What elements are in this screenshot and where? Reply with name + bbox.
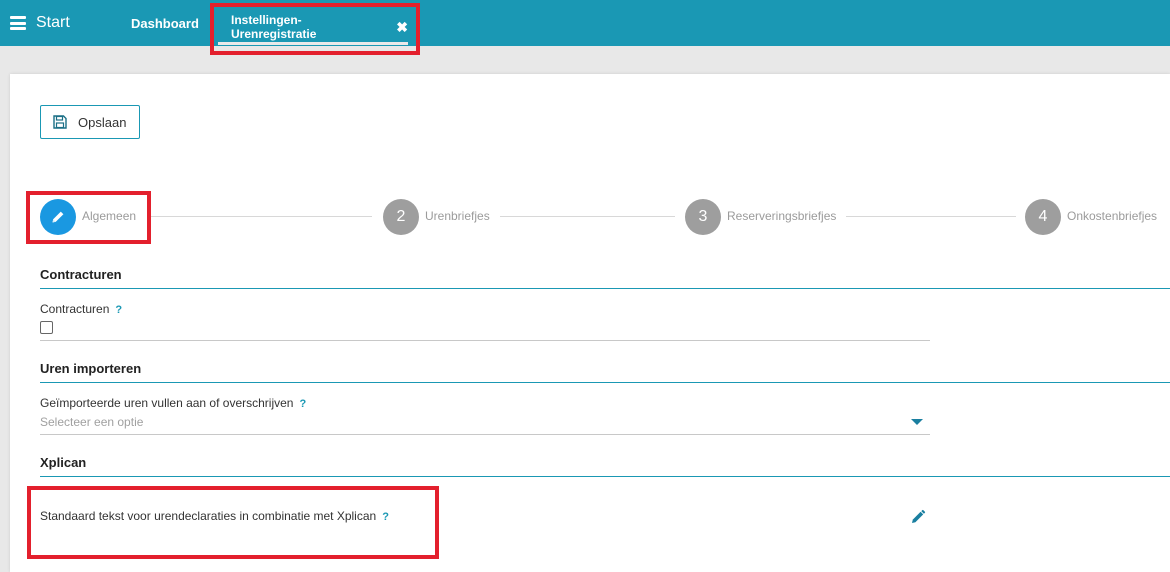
step-1-label[interactable]: Algemeen (82, 209, 136, 223)
step-4-label[interactable]: Onkostenbriefjes (1067, 209, 1157, 223)
top-bar: Start Dashboard Instellingen-Urenregistr… (0, 0, 1170, 46)
stepper-connector (150, 216, 372, 217)
contracturen-field-label: Contracturen? (40, 302, 122, 316)
pencil-icon[interactable] (910, 509, 926, 525)
stepper-connector (846, 216, 1016, 217)
tab-instellingen-urenregistratie[interactable]: Instellingen-Urenregistratie ✖ (218, 12, 408, 45)
step-2-label[interactable]: Urenbriefjes (425, 209, 490, 223)
pencil-icon (52, 211, 64, 223)
step-4-circle[interactable]: 4 (1025, 199, 1061, 235)
field-underline (40, 340, 930, 341)
field-underline (40, 434, 930, 435)
save-button[interactable]: Opslaan (40, 105, 140, 139)
contracturen-checkbox[interactable] (40, 321, 53, 334)
xplican-label-text: Standaard tekst voor urendeclaraties in … (40, 509, 377, 523)
section-divider (40, 288, 1170, 289)
caret-down-icon[interactable] (911, 419, 923, 425)
settings-panel (10, 74, 1170, 572)
close-icon[interactable]: ✖ (396, 20, 408, 34)
step-3-circle[interactable]: 3 (685, 199, 721, 235)
help-icon[interactable]: ? (382, 511, 389, 523)
import-select[interactable]: Selecteer een optie (40, 415, 143, 429)
help-icon[interactable]: ? (115, 304, 122, 316)
hamburger-icon (10, 16, 26, 30)
start-menu-button[interactable]: Start (10, 13, 70, 33)
step-2-circle[interactable]: 2 (383, 199, 419, 235)
tab-label: Instellingen-Urenregistratie (231, 13, 317, 41)
section-divider (40, 382, 1170, 383)
import-field-label: Geïmporteerde uren vullen aan of oversch… (40, 396, 306, 410)
tab-dashboard[interactable]: Dashboard (131, 16, 199, 31)
help-icon[interactable]: ? (299, 398, 306, 410)
import-label-text: Geïmporteerde uren vullen aan of oversch… (40, 396, 294, 410)
stepper-connector (500, 216, 675, 217)
section-divider (40, 476, 1170, 477)
start-label: Start (36, 14, 70, 31)
section-title-uren-importeren: Uren importeren (40, 361, 142, 376)
floppy-disk-icon (53, 115, 67, 129)
section-title-contracturen: Contracturen (40, 267, 122, 282)
step-1-circle[interactable] (40, 199, 76, 235)
xplican-field-label: Standaard tekst voor urendeclaraties in … (40, 509, 389, 523)
contracturen-label-text: Contracturen (40, 302, 110, 316)
save-button-label: Opslaan (78, 114, 127, 130)
step-3-label[interactable]: Reserveringsbriefjes (727, 209, 836, 223)
section-title-xplican: Xplican (40, 455, 87, 470)
